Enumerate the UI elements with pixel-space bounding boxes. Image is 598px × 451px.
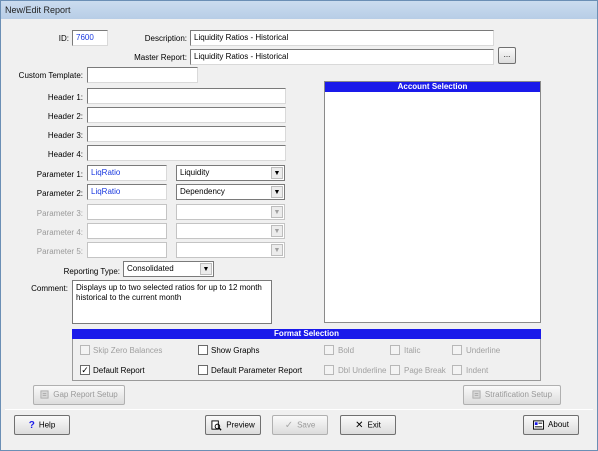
page-break-checkbox[interactable] <box>390 365 400 375</box>
italic-checkbox[interactable] <box>390 345 400 355</box>
indent-label: Indent <box>466 366 489 375</box>
header-1-label: Header 1: <box>47 93 83 102</box>
chevron-down-icon[interactable]: ▼ <box>271 206 283 218</box>
parameter-2-select-value: Dependency <box>180 187 225 196</box>
exit-button[interactable]: ✕ Exit <box>340 415 396 435</box>
report-icon <box>40 390 49 399</box>
parameter-1-select-value: Liquidity <box>180 168 210 177</box>
dbl-underline-label: Dbl Underline <box>338 366 387 375</box>
header-3-field[interactable] <box>87 126 286 142</box>
parameter-3-label: Parameter 3: <box>36 209 83 218</box>
parameter-3-field[interactable] <box>87 204 167 220</box>
show-graphs-checkbox[interactable] <box>198 345 208 355</box>
default-parameter-report-label: Default Parameter Report <box>211 366 303 375</box>
master-report-browse-button[interactable]: ... <box>498 47 516 64</box>
gap-report-setup-label: Gap Report Setup <box>53 390 118 399</box>
chevron-down-icon[interactable]: ▼ <box>200 263 212 275</box>
exit-button-label: Exit <box>367 420 381 430</box>
report-icon <box>472 390 481 399</box>
header-1-field[interactable] <box>87 88 286 104</box>
parameter-2-label: Parameter 2: <box>36 189 83 198</box>
help-button-label: Help <box>38 420 56 430</box>
parameter-5-label: Parameter 5: <box>36 247 83 256</box>
chevron-down-icon[interactable]: ▼ <box>271 244 283 256</box>
skip-zero-balances-checkbox[interactable] <box>80 345 90 355</box>
default-report-checkbox[interactable]: ✓ <box>80 365 90 375</box>
parameter-5-select[interactable]: ▼ <box>176 242 285 258</box>
id-label: ID: <box>58 34 69 43</box>
checkmark-icon: ✓ <box>284 420 294 431</box>
header-3-label: Header 3: <box>47 131 83 140</box>
parameter-1-select[interactable]: Liquidity ▼ <box>176 165 285 181</box>
format-selection-title: Format Selection <box>72 329 541 339</box>
default-report-label: Default Report <box>93 366 145 375</box>
header-4-label: Header 4: <box>47 150 83 159</box>
comment-field[interactable]: Displays up to two selected ratios for u… <box>72 280 272 324</box>
reporting-type-value: Consolidated <box>127 264 174 273</box>
bold-label: Bold <box>338 346 355 355</box>
header-4-field[interactable] <box>87 145 286 161</box>
parameter-3-select[interactable]: ▼ <box>176 204 285 220</box>
master-report-label: Master Report: <box>134 53 187 62</box>
description-field[interactable]: Liquidity Ratios - Historical <box>190 30 494 46</box>
report-window: New/Edit Report ID: 7600 Description: Li… <box>0 0 598 451</box>
id-field[interactable]: 7600 <box>72 30 108 46</box>
parameter-4-select[interactable]: ▼ <box>176 223 285 239</box>
indent-checkbox[interactable] <box>452 365 462 375</box>
question-icon: ? <box>28 420 35 431</box>
show-graphs-label: Show Graphs <box>211 346 260 355</box>
stratification-setup-button[interactable]: Stratification Setup <box>463 385 561 405</box>
description-label: Description: <box>144 34 187 43</box>
x-icon: ✕ <box>355 420 364 431</box>
underline-label: Underline <box>466 346 501 355</box>
chevron-down-icon[interactable]: ▼ <box>271 186 283 198</box>
preview-button[interactable]: Preview <box>205 415 261 435</box>
reporting-type-label: Reporting Type: <box>63 267 120 276</box>
default-parameter-report-checkbox[interactable] <box>198 365 208 375</box>
save-button-label: Save <box>297 420 316 430</box>
italic-label: Italic <box>404 346 421 355</box>
magnifier-document-icon <box>211 420 222 431</box>
underline-checkbox[interactable] <box>452 345 462 355</box>
skip-zero-balances-label: Skip Zero Balances <box>93 346 163 355</box>
gap-report-setup-button[interactable]: Gap Report Setup <box>33 385 125 405</box>
about-button[interactable]: About <box>523 415 579 435</box>
parameter-1-field[interactable]: LiqRatio <box>87 165 167 181</box>
custom-template-label: Custom Template: <box>18 71 83 80</box>
parameter-2-select[interactable]: Dependency ▼ <box>176 184 285 200</box>
reporting-type-select[interactable]: Consolidated ▼ <box>123 261 214 277</box>
parameter-1-label: Parameter 1: <box>36 170 83 179</box>
separator <box>5 409 593 410</box>
about-button-label: About <box>548 420 569 430</box>
help-button[interactable]: ? Help <box>14 415 70 435</box>
chevron-down-icon[interactable]: ▼ <box>271 167 283 179</box>
header-2-label: Header 2: <box>47 112 83 121</box>
master-report-field[interactable]: Liquidity Ratios - Historical <box>190 49 494 65</box>
header-2-field[interactable] <box>87 107 286 123</box>
bold-checkbox[interactable] <box>324 345 334 355</box>
info-card-icon <box>533 420 545 430</box>
parameter-4-label: Parameter 4: <box>36 228 83 237</box>
save-button[interactable]: ✓ Save <box>272 415 328 435</box>
preview-button-label: Preview <box>226 420 255 430</box>
account-selection-title: Account Selection <box>325 82 540 92</box>
window-title: New/Edit Report <box>1 1 597 19</box>
dbl-underline-checkbox[interactable] <box>324 365 334 375</box>
custom-template-field[interactable] <box>87 67 198 83</box>
chevron-down-icon[interactable]: ▼ <box>271 225 283 237</box>
comment-label: Comment: <box>31 284 68 293</box>
account-selection-list[interactable] <box>324 81 541 323</box>
page-break-label: Page Break <box>404 366 446 375</box>
parameter-2-field[interactable]: LiqRatio <box>87 184 167 200</box>
parameter-5-field[interactable] <box>87 242 167 258</box>
parameter-4-field[interactable] <box>87 223 167 239</box>
stratification-setup-label: Stratification Setup <box>484 390 553 399</box>
